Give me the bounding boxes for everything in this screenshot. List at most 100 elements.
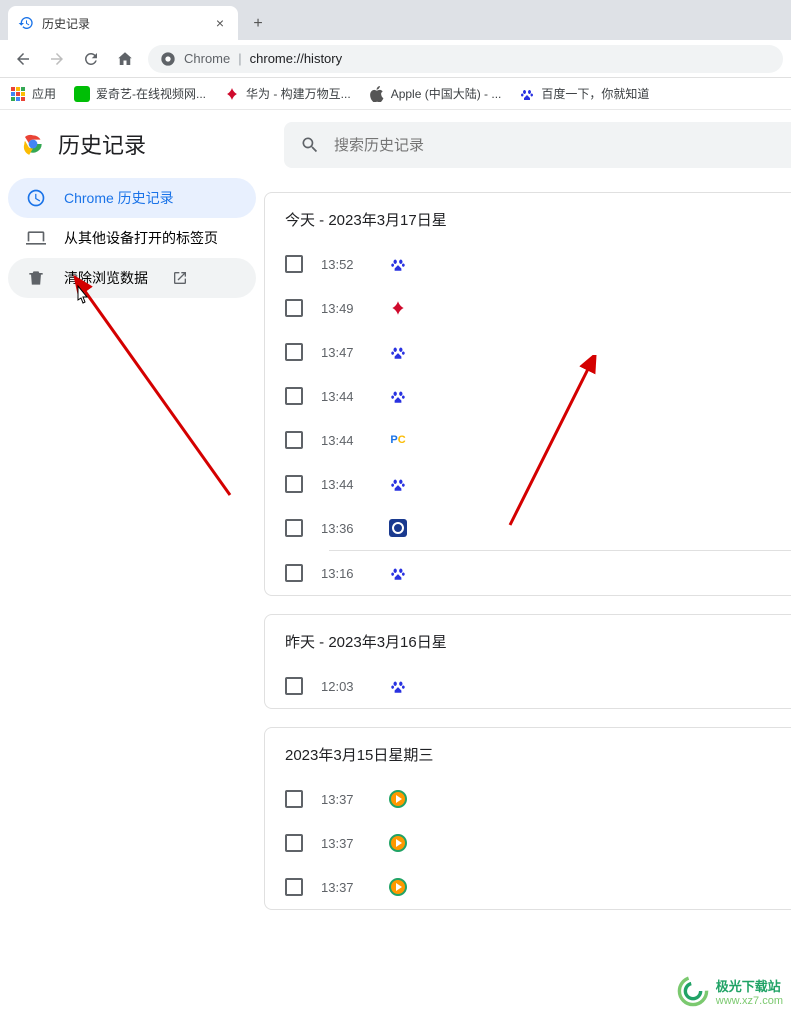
history-time: 13:37 — [321, 880, 371, 895]
history-checkbox[interactable] — [285, 255, 303, 273]
bookmark-apple[interactable]: Apple (中国大陆) - ... — [369, 85, 502, 102]
history-time: 13:44 — [321, 389, 371, 404]
history-time: 13:37 — [321, 792, 371, 807]
apple-icon — [369, 86, 385, 102]
main-area: 历史记录 Chrome 历史记录 从其他设备打开的标签页 清除浏览数据 — [0, 110, 791, 1020]
site-baidu-icon — [389, 387, 407, 405]
history-row[interactable]: 13:36 — [265, 506, 791, 550]
sidebar-item-clear-data[interactable]: 清除浏览数据 — [8, 258, 256, 298]
clock-icon — [26, 188, 46, 208]
watermark-logo-icon — [676, 974, 710, 1008]
history-row[interactable]: 13:16 — [265, 551, 791, 595]
site-green-icon — [389, 834, 407, 852]
bookmark-huawei[interactable]: 华为 - 构建万物互... — [224, 85, 351, 102]
history-group-card: 今天 - 2023年3月17日星13:5213:4913:4713:4413:4… — [264, 192, 791, 596]
history-icon — [18, 15, 34, 31]
search-input[interactable] — [334, 137, 775, 154]
history-time: 13:49 — [321, 301, 371, 316]
history-time: 13:16 — [321, 566, 371, 581]
history-time: 12:03 — [321, 679, 371, 694]
history-row[interactable]: 13:37 — [265, 777, 791, 821]
history-group-header: 昨天 - 2023年3月16日星 — [265, 615, 791, 664]
site-green-icon — [389, 878, 407, 896]
bookmark-label: 华为 - 构建万物互... — [246, 85, 351, 102]
history-time: 13:36 — [321, 521, 371, 536]
history-time: 13:44 — [321, 433, 371, 448]
bookmark-label: Apple (中国大陆) - ... — [391, 85, 502, 102]
search-bar[interactable] — [284, 122, 791, 168]
history-group-header: 今天 - 2023年3月17日星 — [265, 193, 791, 242]
history-checkbox[interactable] — [285, 834, 303, 852]
new-tab-button[interactable]: + — [244, 10, 272, 38]
history-row[interactable]: 13:44 PC — [265, 418, 791, 462]
site-pc-icon: PC — [389, 431, 407, 449]
baidu-icon — [519, 86, 535, 102]
close-tab-icon[interactable]: × — [212, 15, 228, 31]
history-row[interactable]: 13:52 — [265, 242, 791, 286]
watermark-url: www.xz7.com — [716, 995, 783, 1007]
watermark: 极光下载站 www.xz7.com — [676, 974, 783, 1008]
browser-tab[interactable]: 历史记录 × — [8, 6, 238, 40]
site-blue-icon — [389, 519, 407, 537]
sidebar-item-label: Chrome 历史记录 — [64, 188, 174, 208]
history-row[interactable]: 13:47 — [265, 330, 791, 374]
history-time: 13:47 — [321, 345, 371, 360]
history-row[interactable]: 12:03 — [265, 664, 791, 708]
sidebar-item-label: 从其他设备打开的标签页 — [64, 228, 218, 248]
site-huawei-icon — [389, 299, 407, 317]
search-icon — [300, 135, 320, 155]
watermark-title: 极光下载站 — [716, 976, 783, 995]
sidebar-header: 历史记录 — [8, 128, 256, 178]
chrome-logo-icon — [20, 131, 46, 157]
content-area: 今天 - 2023年3月17日星13:5213:4913:4713:4413:4… — [264, 110, 791, 1020]
history-checkbox[interactable] — [285, 677, 303, 695]
bookmark-label: 百度一下，你就知道 — [541, 85, 649, 102]
site-baidu-icon — [389, 255, 407, 273]
address-bar[interactable]: Chrome | chrome://history — [148, 45, 783, 73]
address-separator: | — [238, 51, 241, 66]
sidebar-item-other-devices[interactable]: 从其他设备打开的标签页 — [8, 218, 256, 258]
sidebar-title: 历史记录 — [58, 128, 146, 160]
history-checkbox[interactable] — [285, 431, 303, 449]
history-checkbox[interactable] — [285, 564, 303, 582]
history-checkbox[interactable] — [285, 790, 303, 808]
reload-button[interactable] — [76, 44, 106, 74]
home-button[interactable] — [110, 44, 140, 74]
bookmarks-bar: 应用 爱奇艺-在线视频网... 华为 - 构建万物互... Apple (中国大… — [0, 78, 791, 110]
history-time: 13:52 — [321, 257, 371, 272]
site-baidu-icon — [389, 677, 407, 695]
tab-title: 历史记录 — [42, 15, 90, 32]
bookmark-label: 应用 — [32, 85, 56, 102]
history-checkbox[interactable] — [285, 299, 303, 317]
history-row[interactable]: 13:37 — [265, 821, 791, 865]
apps-icon — [10, 86, 26, 102]
forward-button[interactable] — [42, 44, 72, 74]
site-baidu-icon — [389, 564, 407, 582]
site-baidu-icon — [389, 343, 407, 361]
huawei-icon — [224, 86, 240, 102]
back-button[interactable] — [8, 44, 38, 74]
iqiyi-icon — [74, 86, 90, 102]
bookmark-apps[interactable]: 应用 — [10, 85, 56, 102]
history-checkbox[interactable] — [285, 475, 303, 493]
trash-icon — [26, 268, 46, 288]
history-row[interactable]: 13:49 — [265, 286, 791, 330]
history-group-card: 2023年3月15日星期三13:3713:3713:37 — [264, 727, 791, 910]
bookmark-baidu[interactable]: 百度一下，你就知道 — [519, 85, 649, 102]
sidebar-item-chrome-history[interactable]: Chrome 历史记录 — [8, 178, 256, 218]
history-row[interactable]: 13:44 — [265, 374, 791, 418]
sidebar: 历史记录 Chrome 历史记录 从其他设备打开的标签页 清除浏览数据 — [0, 110, 264, 1020]
history-group-card: 昨天 - 2023年3月16日星 12:03 — [264, 614, 791, 709]
sidebar-item-label: 清除浏览数据 — [64, 268, 148, 288]
external-link-icon — [170, 268, 190, 288]
browser-toolbar: Chrome | chrome://history — [0, 40, 791, 78]
history-checkbox[interactable] — [285, 519, 303, 537]
history-checkbox[interactable] — [285, 387, 303, 405]
history-row[interactable]: 13:37 — [265, 865, 791, 909]
history-checkbox[interactable] — [285, 343, 303, 361]
bookmark-iqiyi[interactable]: 爱奇艺-在线视频网... — [74, 85, 206, 102]
history-checkbox[interactable] — [285, 878, 303, 896]
chrome-icon — [160, 51, 176, 67]
history-row[interactable]: 13:44 — [265, 462, 791, 506]
history-time: 13:44 — [321, 477, 371, 492]
